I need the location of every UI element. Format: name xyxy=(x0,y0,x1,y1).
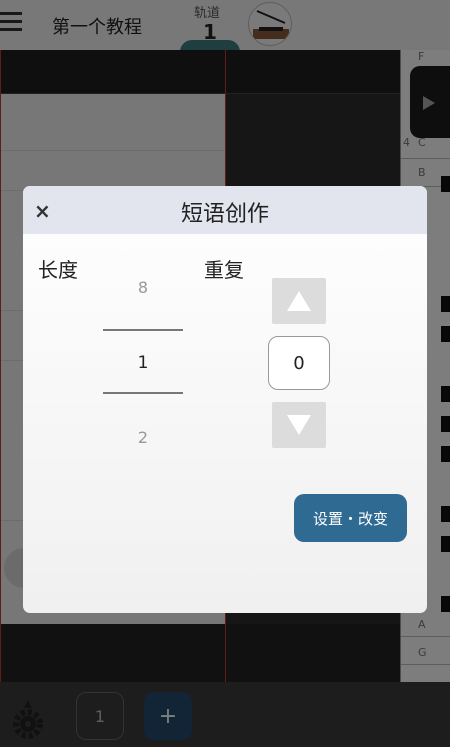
length-picker-next[interactable]: 2 xyxy=(103,428,183,447)
repeat-decrement-button[interactable] xyxy=(272,402,326,448)
phrase-dialog: × 短语创作 长度 重复 8 1 2 0 设置・改变 xyxy=(23,186,427,613)
dialog-title: 短语创作 xyxy=(180,202,269,227)
length-picker-current[interactable]: 1 xyxy=(103,353,183,373)
arrow-down-icon xyxy=(287,415,311,435)
picker-divider xyxy=(103,329,183,331)
dialog-header: × 短语创作 xyxy=(23,186,427,234)
length-picker-prev[interactable]: 8 xyxy=(103,278,183,297)
arrow-up-icon xyxy=(287,291,311,311)
repeat-value-field[interactable]: 0 xyxy=(268,336,330,390)
picker-divider xyxy=(103,392,183,394)
length-label: 长度 xyxy=(38,258,78,282)
set-change-button[interactable]: 设置・改变 xyxy=(294,494,407,542)
repeat-increment-button[interactable] xyxy=(272,278,326,324)
repeat-label: 重复 xyxy=(204,258,244,282)
